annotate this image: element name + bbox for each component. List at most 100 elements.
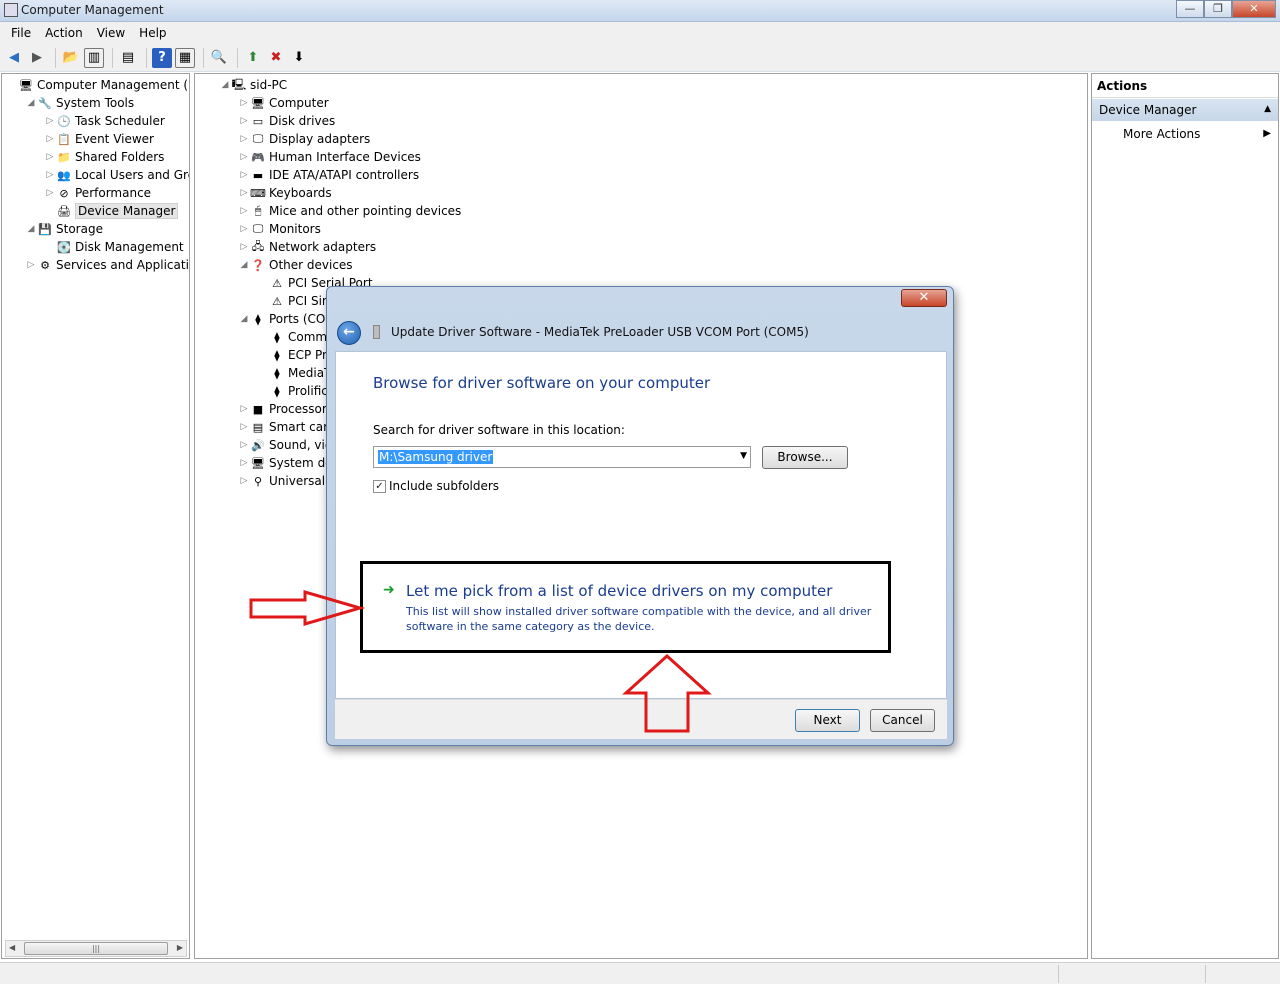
port-icon: ⧫ [274,348,280,362]
maximize-button[interactable]: ❐ [1204,0,1232,18]
tree-expander-icon[interactable]: ◢ [238,260,250,270]
tree-expander-icon[interactable]: ▷ [238,170,250,180]
device-tree-item[interactable]: ◢ ❓ Other devices [238,256,353,274]
forward-arrow-icon[interactable]: ▶ [27,48,47,68]
device-tree-item[interactable]: ▷ 🎮 Human Interface Devices [238,148,421,166]
console-tree-item[interactable]: ▷ 📁 Shared Folders [44,148,165,166]
console-tree-item[interactable]: ▷👥 Local Users and Groups [44,166,189,184]
dropdown-arrow-icon[interactable]: ▼ [740,451,747,461]
toolbar-separator [55,47,56,68]
device-tree-label: Other devices [269,258,353,272]
tree-expander-icon[interactable]: ▷ [44,134,56,144]
tree-expander-icon[interactable]: ▷ [44,116,56,126]
browse-button[interactable]: Browse... [762,446,848,469]
pick-from-list-option[interactable]: ➜ Let me pick from a list of device driv… [360,561,891,653]
tree-expander-icon[interactable]: ▷ [238,404,250,414]
tree-expander-icon[interactable]: ▷ [44,188,56,198]
tree-expander-icon[interactable]: ▷ [238,440,250,450]
scan-hardware-icon[interactable]: 🔍 [209,48,229,68]
collapse-triangle-icon[interactable]: ▲ [1264,104,1271,114]
device-tree-item[interactable]: ▷ ⌨ Keyboards [238,184,332,202]
tree-expander-icon[interactable]: ◢ [25,98,37,108]
back-arrow-icon[interactable]: ◀ [4,48,24,68]
tree-expander-icon[interactable]: ▷ [238,206,250,216]
dialog-close-button[interactable]: ✕ [901,289,947,307]
tree-expander-icon[interactable]: ▷ [44,170,56,180]
tree-expander-icon[interactable]: ▷ [238,152,250,162]
tree-expander-icon[interactable]: ▷ [25,260,37,270]
console-tree-item[interactable]: ◢ 💾 Storage [25,220,103,238]
close-button[interactable]: ✕ [1232,0,1276,18]
console-tree-item[interactable]: 🖥 Computer Management (Local [6,76,189,94]
device-tree-item[interactable]: ▷ 🖧 Network adapters [238,238,377,256]
show-hide-tree-icon[interactable]: ▥ [84,47,104,68]
menu-action[interactable]: Action [38,26,90,40]
tree-expander-icon[interactable]: ▷ [238,476,250,486]
next-button[interactable]: Next [795,709,860,732]
usb-device-icon [373,325,380,339]
tree-expander-icon[interactable]: ▷ [238,458,250,468]
cancel-button[interactable]: Cancel [870,709,935,732]
device-tree-item[interactable]: ▷ ▬ IDE ATA/ATAPI controllers [238,166,420,184]
menu-bar: File Action View Help [0,22,1280,44]
tree-expander-icon[interactable]: ▷ [238,242,250,252]
actions-section-device-manager[interactable]: Device Manager ▲ [1092,99,1278,121]
console-tree-label: Performance [75,186,152,200]
driver-path-value[interactable]: M:\Samsung driver [378,450,494,464]
submenu-arrow-icon[interactable]: ▶ [1263,128,1271,139]
console-tree-item[interactable]: ▷ 🕒 Task Scheduler [44,112,165,130]
device-tree-label: sid-PC [250,78,288,92]
menu-file[interactable]: File [4,26,38,40]
tree-expander-icon[interactable]: ▷ [238,134,250,144]
help-icon[interactable]: ? [152,47,172,68]
tree-expander-icon[interactable]: ▷ [44,152,56,162]
toolbar-separator [203,47,204,68]
display-adapter-icon: 🖵 [252,132,264,145]
tree-expander-icon[interactable]: ◢ [219,80,231,90]
console-tree-item[interactable]: 💽 Disk Management [44,238,184,256]
show-hide-action-pane-icon[interactable]: ▦ [175,47,195,68]
scroll-left-icon[interactable]: ◀ [9,943,15,952]
include-subfolders-checkbox[interactable]: ✓ [373,480,386,493]
ide-icon: ▬ [252,168,264,182]
menu-view[interactable]: View [90,26,132,40]
back-button-icon[interactable]: ← [337,321,361,345]
driver-path-combobox[interactable]: M:\Samsung driver ▼ [373,446,751,468]
tree-expander-icon[interactable]: ▷ [238,224,250,234]
device-tree-item[interactable]: ▷ ▭ Disk drives [238,112,336,130]
horizontal-scrollbar[interactable]: ◀ ||| ▶ [5,940,187,957]
uninstall-device-icon[interactable]: ✖ [266,48,286,68]
console-tree-item[interactable]: 🖨 Device Manager [44,202,179,220]
tree-expander-icon[interactable]: ◢ [238,314,250,324]
device-tree-item[interactable]: ◢ 🖳 sid-PC [219,76,288,94]
console-tree-item[interactable]: ▷ ⊘ Performance [44,184,152,202]
device-tree-item[interactable]: ▷ 🖱 Mice and other pointing devices [238,202,462,220]
more-actions-item[interactable]: More Actions [1123,127,1200,141]
tree-expander-icon[interactable]: ▷ [238,98,250,108]
pick-from-list-title[interactable]: Let me pick from a list of device driver… [406,582,832,600]
console-tree-label: Event Viewer [75,132,154,146]
console-tree-item[interactable]: ▷ 📋 Event Viewer [44,130,154,148]
tree-expander-icon[interactable]: ▷ [238,188,250,198]
device-tree-item[interactable]: ▷ 🖥 Computer [238,94,329,112]
disable-device-icon[interactable]: ⬇ [289,48,309,68]
minimize-button[interactable]: — [1176,0,1204,18]
properties-icon[interactable]: ▤ [118,48,138,68]
device-tree-label: Processors [269,402,334,416]
update-driver-icon[interactable]: ⬆ [243,48,263,68]
console-tree-item[interactable]: ▷⚙ Services and Applications [25,256,189,274]
tree-expander-icon[interactable]: ▷ [238,422,250,432]
menu-help[interactable]: Help [132,26,173,40]
port-icon: ⧫ [274,384,280,398]
scroll-right-icon[interactable]: ▶ [177,943,183,952]
disk-icon: 💽 [57,240,71,254]
tree-expander-icon[interactable]: ◢ [25,224,37,234]
keyboard-icon: ⌨ [250,186,266,200]
console-tree-item[interactable]: ◢ 🔧 System Tools [25,94,135,112]
device-tree-item[interactable]: ▷ ■ Processors [238,400,334,418]
device-tree-item[interactable]: ▷ 🖵 Monitors [238,220,321,238]
tree-expander-icon[interactable]: ▷ [238,116,250,126]
scrollbar-thumb[interactable]: ||| [24,942,168,955]
up-folder-icon[interactable]: 📂 [61,48,81,68]
device-tree-item[interactable]: ▷ 🖵 Display adapters [238,130,371,148]
